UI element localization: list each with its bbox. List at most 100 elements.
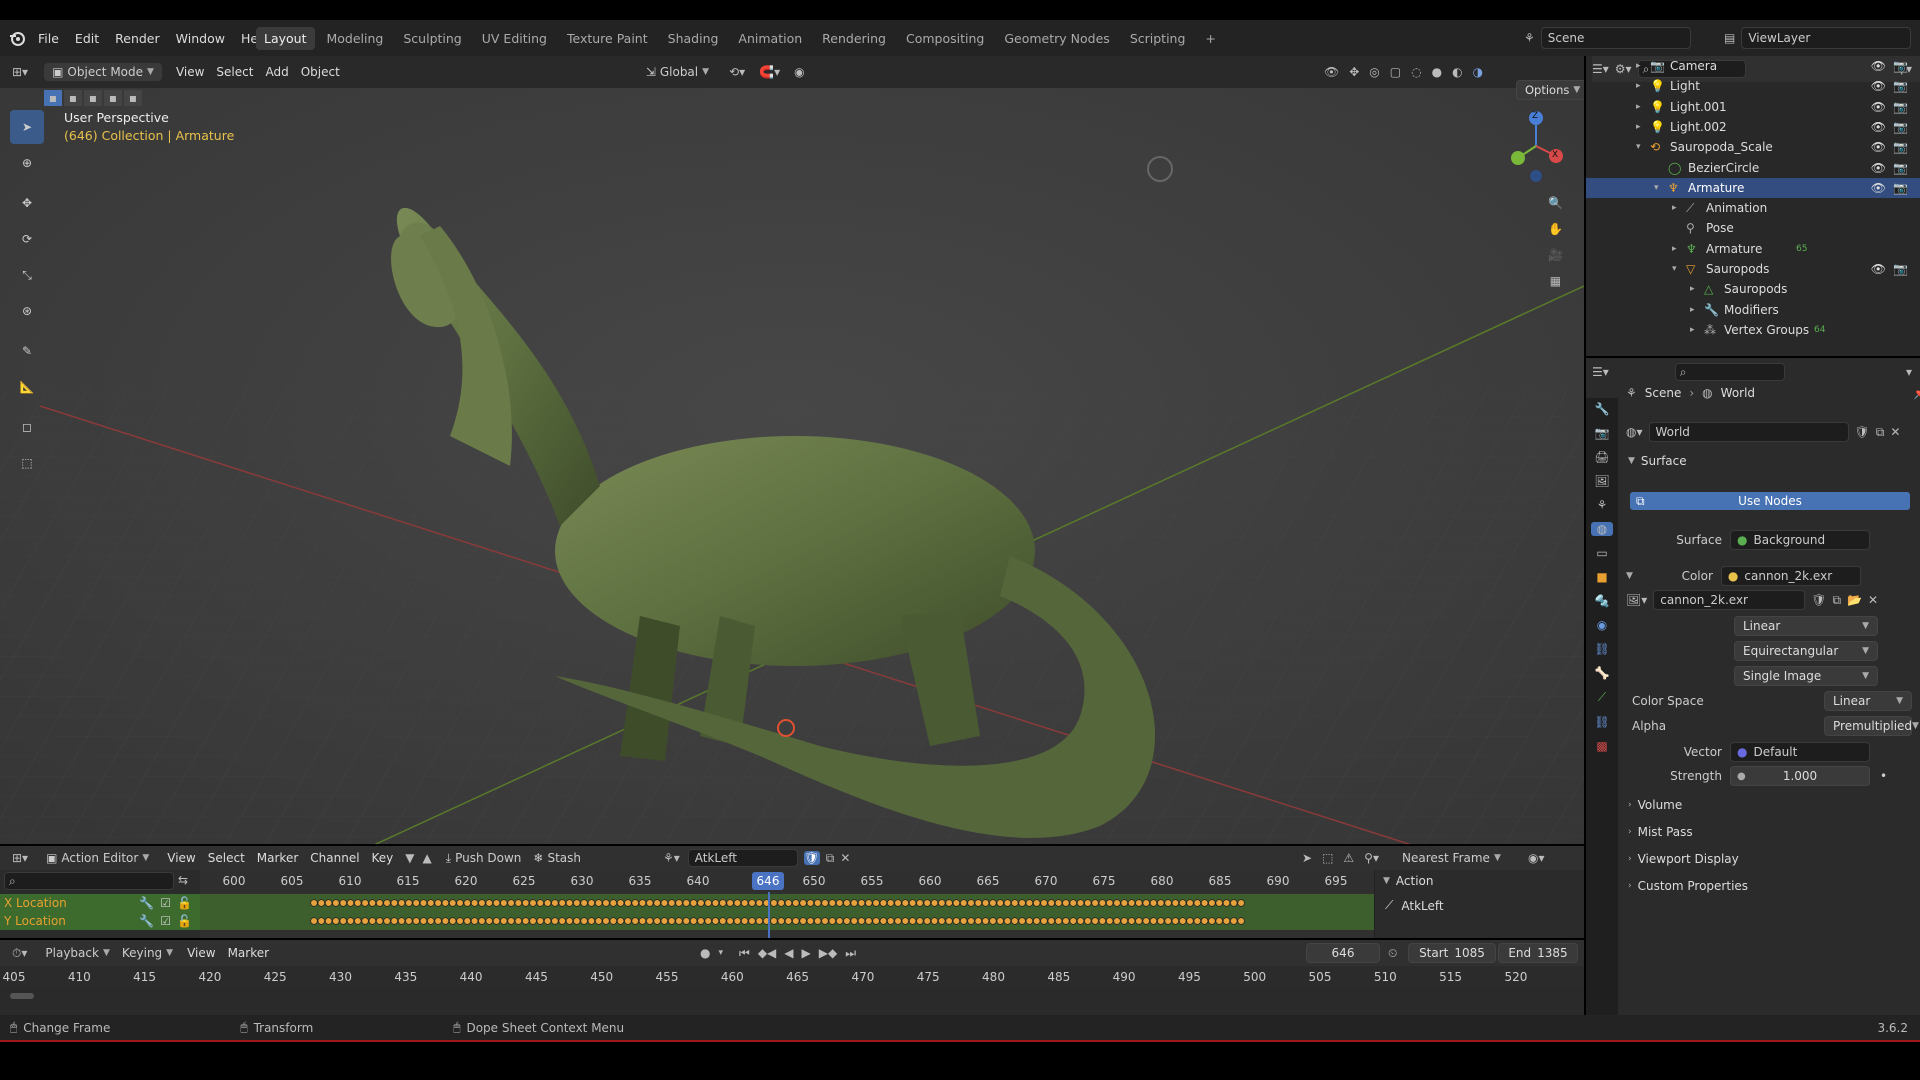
keyframe[interactable] xyxy=(609,917,618,925)
image-duplicate-icon[interactable]: ⧉ xyxy=(1833,593,1842,608)
keyframe[interactable] xyxy=(572,899,581,907)
3d-viewport[interactable]: ⊞▾ ▣ Object Mode ▼ View Select Add Objec… xyxy=(0,56,1584,844)
material-shading-icon[interactable]: ◐ xyxy=(1452,65,1462,79)
interpolation-dropdown[interactable]: Linear ▼ xyxy=(1734,616,1878,636)
menu-file[interactable]: File xyxy=(30,31,67,46)
record-icon[interactable]: ● xyxy=(700,946,710,960)
expand-toggle-icon[interactable]: ▾ xyxy=(1672,264,1677,274)
keyframe[interactable] xyxy=(711,899,720,907)
action-fake-user-icon[interactable]: 🛡 xyxy=(803,851,820,865)
mode-dropdown[interactable]: ▣ Object Mode ▼ xyxy=(44,63,162,81)
keyframe[interactable] xyxy=(427,899,435,907)
keyframe[interactable] xyxy=(806,917,815,925)
keyframe[interactable] xyxy=(740,917,749,925)
use-nodes-button[interactable]: ⧉ Use Nodes xyxy=(1630,492,1910,510)
keyframe[interactable] xyxy=(324,899,333,907)
show-hidden-icon[interactable]: ⬚ xyxy=(1322,851,1333,865)
camera-view-icon[interactable]: 🎥 xyxy=(1548,248,1563,262)
channel-x-location[interactable]: X Location 🔧 ☑ 🔓 xyxy=(0,894,200,912)
snap-icon[interactable]: 🧲▾ xyxy=(759,65,780,79)
keyframe[interactable] xyxy=(536,899,545,907)
keyframe[interactable] xyxy=(1230,917,1238,925)
outliner-row[interactable]: ▸ 💡 Light.001 👁 📷 xyxy=(1586,97,1920,117)
navigation-gizmo[interactable]: Z X xyxy=(1496,106,1576,186)
keyframe[interactable] xyxy=(346,917,355,925)
keyframe[interactable] xyxy=(1222,899,1231,907)
view-layer-tab-icon[interactable]: 🖼 xyxy=(1594,474,1609,488)
channel-search-input[interactable]: ⌕ xyxy=(4,872,174,890)
keyframe[interactable] xyxy=(470,917,479,925)
keyframe[interactable] xyxy=(594,899,603,907)
channel-y-location[interactable]: Y Location 🔧 ☑ 🔓 xyxy=(0,912,200,930)
keyframe[interactable] xyxy=(412,917,421,925)
rendered-shading-icon[interactable]: ◑ xyxy=(1473,65,1483,79)
keyframe[interactable] xyxy=(405,917,413,925)
expand-toggle-icon[interactable]: ▸ xyxy=(1636,61,1641,71)
menu-edit[interactable]: Edit xyxy=(67,31,107,46)
stash-button[interactable]: ❄ Stash xyxy=(533,851,581,865)
keyframe[interactable] xyxy=(770,899,778,907)
keyframe[interactable] xyxy=(339,917,348,925)
keyframe[interactable] xyxy=(974,917,983,925)
keyframe[interactable] xyxy=(368,917,377,925)
visibility-toggle-icon[interactable]: 👁 xyxy=(1871,262,1886,276)
render-toggle-icon[interactable]: 📷 xyxy=(1893,140,1908,154)
keyframe[interactable] xyxy=(894,917,902,925)
keyframe[interactable] xyxy=(1127,917,1136,925)
keyframe[interactable] xyxy=(354,917,362,925)
keyframe[interactable] xyxy=(755,899,764,907)
keyframe[interactable] xyxy=(390,917,399,925)
keyframe[interactable] xyxy=(1230,899,1238,907)
keyframe[interactable] xyxy=(1091,899,1099,907)
keyframe[interactable] xyxy=(1018,899,1026,907)
visibility-toggle-icon[interactable]: 👁 xyxy=(1871,100,1886,114)
alpha-dropdown[interactable]: Premultiplied ▼ xyxy=(1824,716,1919,736)
keyframe[interactable] xyxy=(697,917,705,925)
channel-y-lock-icon[interactable]: 🔓 xyxy=(177,914,192,928)
keyframe[interactable] xyxy=(835,917,844,925)
keyframe[interactable] xyxy=(1105,899,1114,907)
keyframe[interactable] xyxy=(937,917,946,925)
image-name-field[interactable]: cannon_2k.exr xyxy=(1653,590,1806,610)
expand-toggle-icon[interactable]: ▾ xyxy=(1636,142,1641,152)
keyframe[interactable] xyxy=(1032,917,1041,925)
xray-icon[interactable]: ▢ xyxy=(1390,65,1401,79)
keyframe[interactable] xyxy=(1040,899,1048,907)
keyframe[interactable] xyxy=(383,917,391,925)
keyframe[interactable] xyxy=(981,899,990,907)
outliner-row[interactable]: ⚲ Pose xyxy=(1586,218,1920,238)
keyframe[interactable] xyxy=(1083,899,1092,907)
unlink-icon[interactable]: ✕ xyxy=(1890,425,1900,439)
keyframe[interactable] xyxy=(514,899,523,907)
pan-hand-icon[interactable]: ✋ xyxy=(1548,222,1563,236)
physics-tab-icon[interactable]: ◉ xyxy=(1597,618,1607,632)
world-browse-icon[interactable]: ◍▾ xyxy=(1626,425,1643,439)
projection-dropdown[interactable]: Equirectangular ▼ xyxy=(1734,641,1878,661)
bone-constraint-tab-icon[interactable]: ⛓ xyxy=(1594,715,1609,729)
keyframe[interactable] xyxy=(332,917,340,925)
jump-start-icon[interactable]: ⏮ xyxy=(739,946,750,961)
expand-toggle-icon[interactable]: ▸ xyxy=(1672,244,1677,254)
play-icon[interactable]: ▶ xyxy=(802,946,811,960)
keyframe[interactable] xyxy=(332,899,340,907)
keyframe[interactable] xyxy=(916,917,924,925)
playhead-line[interactable] xyxy=(768,892,770,938)
keyframe[interactable] xyxy=(419,917,428,925)
keyframe[interactable] xyxy=(821,899,829,907)
keyframe[interactable] xyxy=(1142,899,1150,907)
keyframe[interactable] xyxy=(952,917,961,925)
record-options-icon[interactable]: ▾ xyxy=(718,948,723,958)
keyframe[interactable] xyxy=(1003,899,1012,907)
keyframe[interactable] xyxy=(397,899,406,907)
keyframe[interactable] xyxy=(1135,899,1143,907)
tab-rendering[interactable]: Rendering xyxy=(814,27,894,50)
next-keyframe-icon[interactable]: ▶◆ xyxy=(819,946,837,960)
outliner-row[interactable]: ◯ BezierCircle 👁 📷 xyxy=(1586,158,1920,178)
annotate-tool[interactable]: ✎ xyxy=(10,334,44,368)
visibility-toggle-icon[interactable]: 👁 xyxy=(1871,120,1886,134)
timeline-editor-icon[interactable]: ⏱▾ xyxy=(12,946,27,961)
strength-field[interactable]: ● 1.000 xyxy=(1730,766,1870,786)
orientation-dropdown[interactable]: ⇲ Global ▼ xyxy=(646,65,709,79)
current-frame-field[interactable]: 646 xyxy=(1306,943,1380,963)
keyframe[interactable] xyxy=(631,899,640,907)
